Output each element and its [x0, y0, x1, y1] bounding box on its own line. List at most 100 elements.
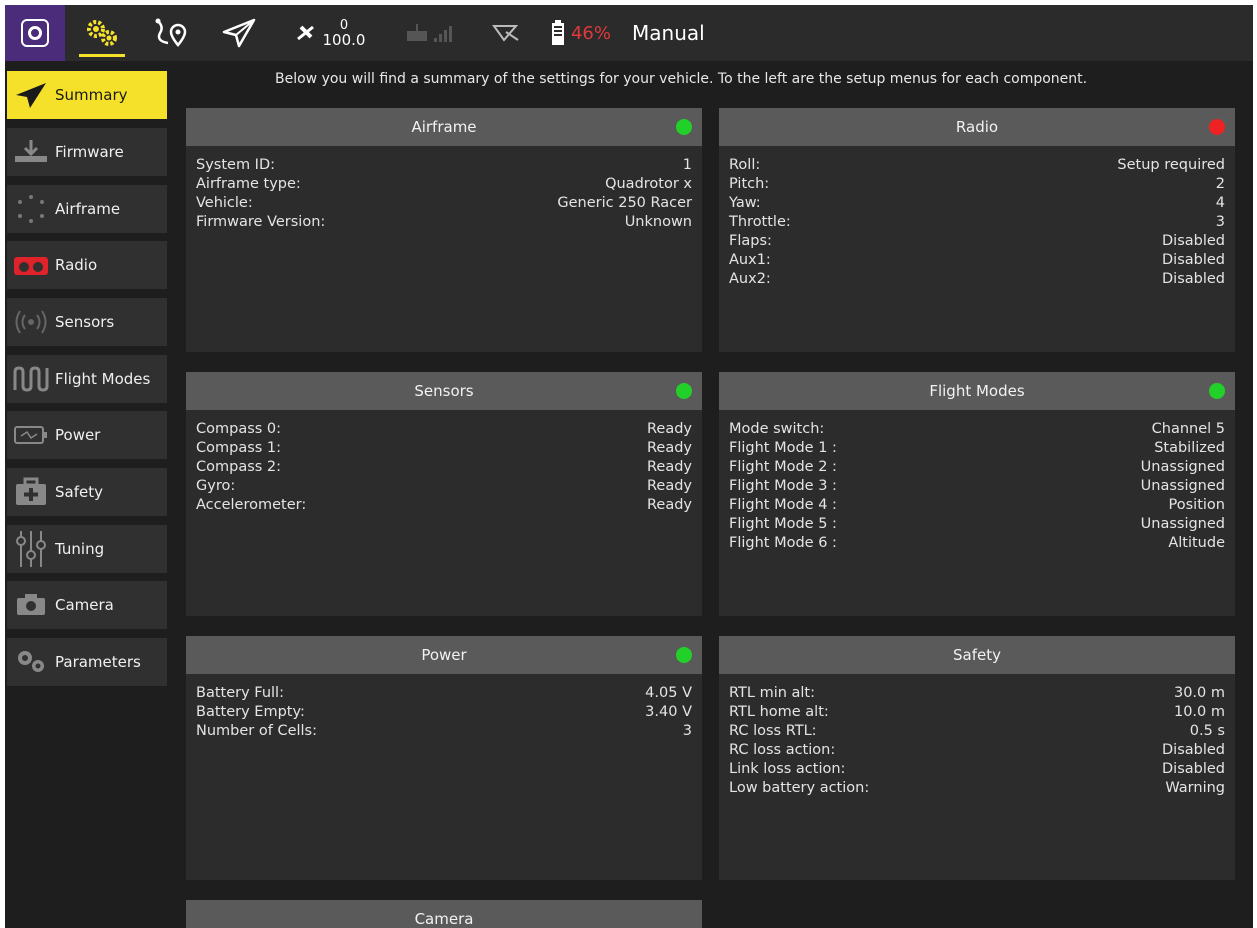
power-summary-panel: Power Battery Full: 4.05 V Battery Empty:…: [186, 636, 702, 880]
gps-values: 0 100.0: [323, 18, 366, 48]
sidebar-item-safety[interactable]: Safety: [7, 468, 167, 516]
panel-header[interactable]: Radio: [719, 108, 1235, 146]
panel-header[interactable]: Airframe: [186, 108, 702, 146]
sidebar-item-parameters[interactable]: Parameters: [7, 638, 167, 686]
panel-header[interactable]: Safety: [719, 636, 1235, 674]
row-value: 10.0 m: [1173, 704, 1225, 720]
fly-view-button[interactable]: [217, 5, 261, 61]
row-value: Disabled: [1162, 742, 1225, 758]
row-label: Roll:: [729, 157, 761, 173]
flight-modes-summary-panel: Flight Modes Mode switch: Channel 5 Fligh…: [719, 372, 1235, 616]
sidebar-item-camera[interactable]: Camera: [7, 581, 167, 629]
row-value: 4.05 V: [645, 685, 692, 701]
flight-mode-selector[interactable]: Manual: [632, 5, 722, 61]
setup-view-button[interactable]: [73, 5, 131, 61]
summary-row: Compass 1: Ready: [196, 439, 692, 458]
waypoint-route-icon: [155, 18, 187, 47]
row-label: Accelerometer:: [196, 497, 307, 513]
top-toolbar: 0 100.0 46% Manual: [5, 5, 1253, 61]
panel-header[interactable]: Power: [186, 636, 702, 674]
summary-row: Aux2: Disabled: [729, 270, 1225, 289]
summary-row: Flight Mode 4 : Position: [729, 496, 1225, 515]
row-label: Flight Mode 1 :: [729, 440, 837, 456]
airframe-summary-panel: Airframe System ID: 1 Airframe type: Quadr…: [186, 108, 702, 352]
row-value: 4: [1215, 195, 1225, 211]
sidebar-item-radio[interactable]: Radio: [7, 241, 167, 289]
gears-icon: [18, 651, 44, 672]
sidebar-item-power[interactable]: Power: [7, 411, 167, 459]
status-indicator-green: [676, 119, 692, 135]
row-label: Throttle:: [729, 214, 791, 230]
sidebar-item-label: Sensors: [55, 313, 115, 331]
row-value: 3: [682, 723, 692, 739]
sidebar-item-sensors[interactable]: Sensors: [7, 298, 167, 346]
sidebar-item-label: Flight Modes: [55, 370, 151, 388]
row-label: Battery Empty:: [196, 704, 305, 720]
row-label: Gyro:: [196, 478, 236, 494]
sidebar-item-tuning[interactable]: Tuning: [7, 525, 167, 573]
summary-row: RC loss RTL: 0.5 s: [729, 722, 1225, 741]
active-view-indicator: [79, 54, 125, 57]
rc-rssi-indicator[interactable]: [399, 5, 461, 61]
row-value: Setup required: [1117, 157, 1225, 173]
summary-row: Throttle: 3: [729, 213, 1225, 232]
summary-row: Flight Mode 1 : Stabilized: [729, 439, 1225, 458]
first-aid-icon: [16, 477, 46, 505]
sidebar-item-firmware[interactable]: Firmware: [7, 128, 167, 176]
telemetry-icon: [492, 25, 519, 42]
row-value: Warning: [1165, 780, 1225, 796]
summary-row: RC loss action: Disabled: [729, 741, 1225, 760]
safety-summary-panel: Safety RTL min alt: 30.0 m RTL home alt: 1…: [719, 636, 1235, 880]
status-indicator-green: [1209, 383, 1225, 399]
summary-row: System ID: 1: [196, 156, 692, 175]
row-label: Yaw:: [729, 195, 761, 211]
signal-bars-icon: [434, 26, 452, 42]
battery-indicator[interactable]: 46%: [545, 5, 617, 61]
panel-body: System ID: 1 Airframe type: Quadrotor x Ve…: [186, 146, 702, 232]
row-label: Pitch:: [729, 176, 770, 192]
sidebar-item-airframe[interactable]: Airframe: [7, 185, 167, 233]
summary-row: Vehicle: Generic 250 Racer: [196, 194, 692, 213]
camera-summary-panel: Camera: [186, 900, 702, 928]
row-value: Unassigned: [1140, 459, 1225, 475]
battery-icon: [551, 20, 564, 45]
row-label: RTL min alt:: [729, 685, 816, 701]
row-value: 1: [682, 157, 692, 173]
row-label: Mode switch:: [729, 421, 825, 437]
panel-header[interactable]: Flight Modes: [719, 372, 1235, 410]
summary-row: Number of Cells: 3: [196, 722, 692, 741]
summary-row: RTL min alt: 30.0 m: [729, 684, 1225, 703]
row-value: Altitude: [1168, 535, 1225, 551]
qgc-logo-icon: [21, 19, 49, 47]
row-label: Flight Mode 6 :: [729, 535, 837, 551]
sidebar-item-summary[interactable]: Summary: [7, 71, 167, 119]
row-label: RC loss action:: [729, 742, 836, 758]
plan-view-button[interactable]: [150, 5, 194, 61]
summary-row: Flight Mode 6 : Altitude: [729, 534, 1225, 553]
row-value: Ready: [646, 478, 692, 494]
panel-title: Sensors: [414, 382, 474, 400]
row-label: Firmware Version:: [196, 214, 326, 230]
sliders-icon: [16, 531, 46, 567]
row-label: Low battery action:: [729, 780, 870, 796]
panel-body: Mode switch: Channel 5 Flight Mode 1 : Sta…: [719, 410, 1235, 553]
panel-header[interactable]: Sensors: [186, 372, 702, 410]
row-value: Stabilized: [1154, 440, 1225, 456]
summary-row: Flight Mode 3 : Unassigned: [729, 477, 1225, 496]
gps-indicator[interactable]: 0 100.0: [290, 5, 370, 61]
satellite-icon: [296, 25, 314, 41]
battery-icon: [14, 426, 47, 444]
download-icon: [15, 140, 47, 162]
panel-title: Safety: [953, 646, 1001, 664]
qgc-logo-button[interactable]: [5, 5, 65, 61]
summary-row: Mode switch: Channel 5: [729, 420, 1225, 439]
panel-body: Battery Full: 4.05 V Battery Empty: 3.40 V…: [186, 674, 702, 741]
row-value: Disabled: [1162, 252, 1225, 268]
row-label: Flight Mode 5 :: [729, 516, 837, 532]
sidebar-item-flight-modes[interactable]: Flight Modes: [7, 355, 167, 403]
panel-title: Airframe: [411, 118, 477, 136]
telemetry-indicator[interactable]: [485, 5, 527, 61]
summary-row: Yaw: 4: [729, 194, 1225, 213]
panel-header[interactable]: Camera: [186, 900, 702, 928]
row-label: Vehicle:: [196, 195, 253, 211]
